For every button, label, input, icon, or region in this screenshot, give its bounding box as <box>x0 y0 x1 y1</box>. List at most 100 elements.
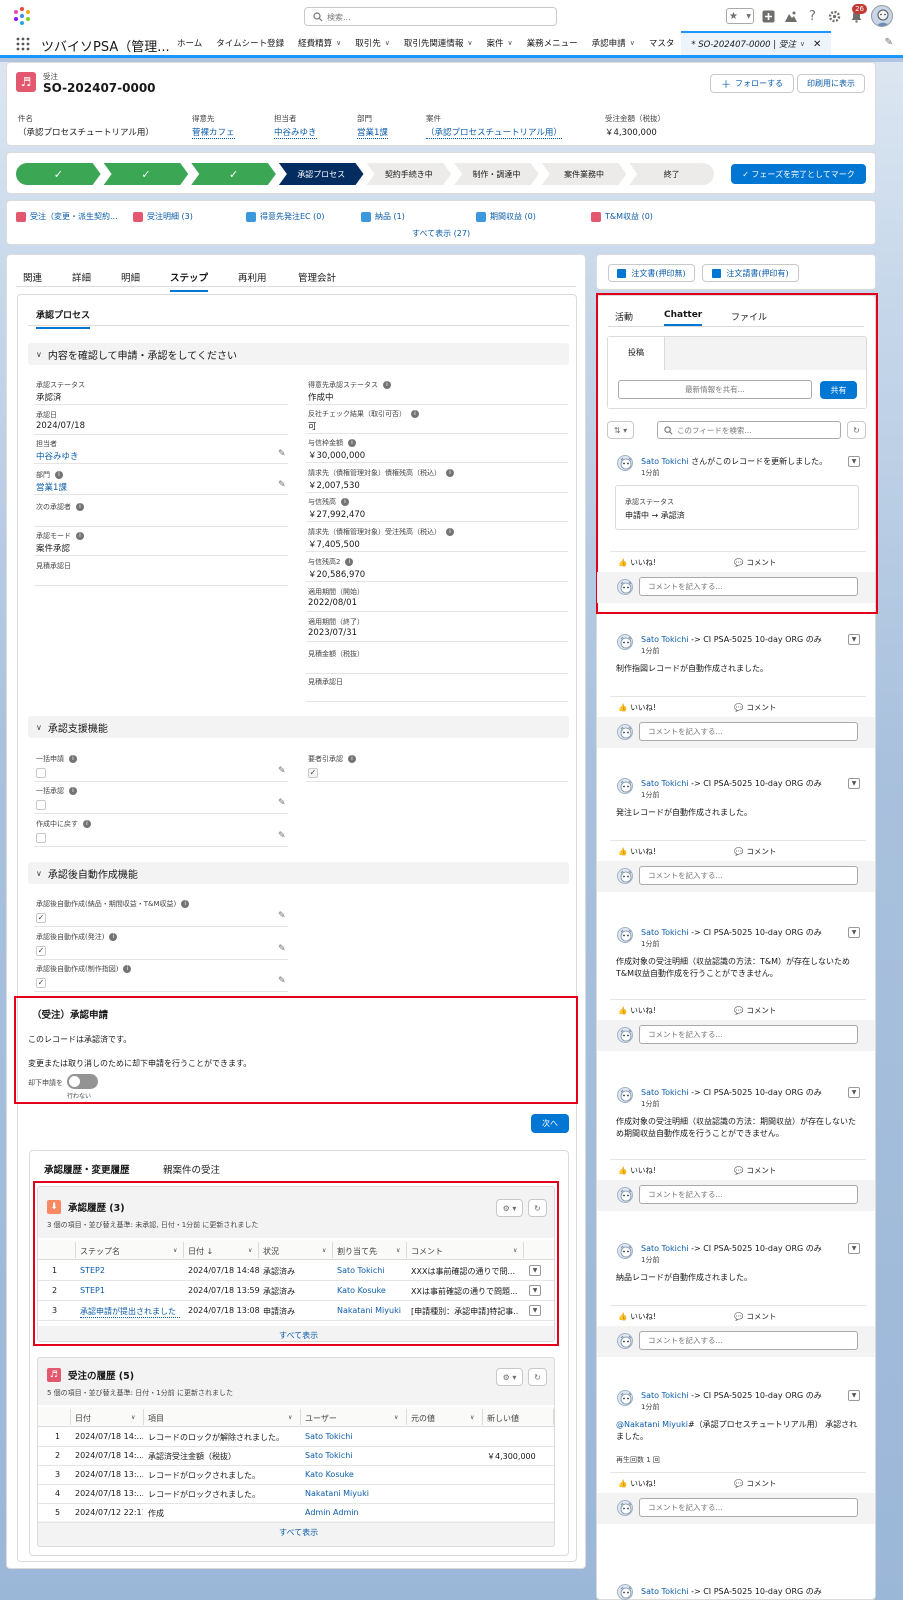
info-icon[interactable]: i <box>109 933 118 941</box>
user-avatar[interactable] <box>871 5 893 27</box>
publisher-post-tab[interactable]: 投稿 <box>608 337 665 371</box>
feed-author-avatar[interactable] <box>617 927 633 943</box>
highlight-value-4[interactable]: （承認プロセスチュートリアル用） <box>426 126 562 139</box>
pencil-icon[interactable]: ✎ <box>278 798 286 808</box>
info-icon[interactable]: i <box>411 410 419 418</box>
path-step-4[interactable]: 契約手続き中 <box>367 163 452 185</box>
approval-cell-0-1[interactable]: STEP2 <box>80 1266 180 1275</box>
order-col-1[interactable]: 項目 <box>148 1413 164 1424</box>
nav-item-3[interactable]: 取引先 ∨ <box>348 31 397 55</box>
comment-button[interactable]: 💬 コメント <box>734 1005 776 1016</box>
feed-author-avatar[interactable] <box>617 1584 633 1600</box>
feed-author-avatar[interactable] <box>617 634 633 650</box>
next-button[interactable]: 次へ <box>531 1114 569 1133</box>
comment-input-1[interactable]: コメントを記入する... <box>639 722 858 741</box>
feed-item-menu[interactable]: ▼ <box>848 778 860 789</box>
history-tab-1[interactable]: 親案件の受注 <box>163 1162 220 1176</box>
info-icon[interactable]: i <box>383 381 391 389</box>
column-menu-chevron-icon[interactable]: ∨ <box>394 1414 398 1421</box>
info-icon[interactable]: i <box>55 471 63 479</box>
chevron-down-icon[interactable]: ∨ <box>508 39 513 47</box>
approval-cell-0-4[interactable]: Sato Tokichi <box>337 1266 385 1275</box>
comment-input-4[interactable]: コメントを記入する... <box>639 1185 858 1204</box>
info-icon[interactable]: i <box>83 820 91 828</box>
feed-author-avatar[interactable] <box>617 1390 633 1406</box>
comment-input-6[interactable]: コメントを記入する... <box>639 1498 858 1517</box>
feed-refresh-button[interactable]: ↻ <box>847 421 866 439</box>
tab-5[interactable]: 管理会計 <box>298 270 336 284</box>
path-step-5[interactable]: 制作・調達中 <box>454 163 539 185</box>
approval-history-refresh-button[interactable]: ↻ <box>528 1199 547 1217</box>
help-icon[interactable]: ? <box>805 9 820 24</box>
order-history-settings-button[interactable]: ⚙ ▾ <box>496 1368 523 1386</box>
info-icon[interactable]: i <box>345 558 354 566</box>
review-field-value-2[interactable]: 中谷みゆき <box>36 450 79 462</box>
column-menu-chevron-icon[interactable]: ∨ <box>173 1247 177 1254</box>
related-link-label[interactable]: T&M収益 (0) <box>605 211 653 222</box>
column-menu-chevron-icon[interactable]: ∨ <box>396 1247 400 1254</box>
order-cell-2-3[interactable]: Kato Kosuke <box>305 1470 354 1479</box>
pencil-icon[interactable]: ✎ <box>278 449 286 459</box>
row-action-menu[interactable]: ▼ <box>529 1285 541 1296</box>
approval-col-2[interactable]: 状況 <box>263 1246 279 1257</box>
feed-author-avatar[interactable] <box>617 455 633 471</box>
path-step-3[interactable]: 承認プロセス <box>279 163 364 185</box>
related-link-4[interactable]: 期間収益 (0) <box>476 211 536 222</box>
commenter-avatar[interactable] <box>617 1187 633 1203</box>
follow-button[interactable]: ＋ フォローする <box>710 74 794 93</box>
nav-item-2[interactable]: 経費精算 ∨ <box>291 31 348 55</box>
like-button[interactable]: 👍 いいね! <box>618 557 656 568</box>
nav-item-7[interactable]: 承認申請 ∨ <box>585 31 642 55</box>
section-review-header[interactable]: ∨ 内容を確認して申請・承認をしてください <box>28 343 569 365</box>
nav-item-0[interactable]: ホーム <box>170 31 209 55</box>
related-link-label[interactable]: 得意先発注EC (0) <box>260 211 325 222</box>
share-update-input[interactable]: 最新情報を共有... <box>618 380 812 399</box>
related-link-label[interactable]: 受注明細 (3) <box>147 211 193 222</box>
comment-input-5[interactable]: コメントを記入する... <box>639 1331 858 1350</box>
info-icon[interactable]: i <box>348 755 356 763</box>
approval-col-3[interactable]: 割り当て先 <box>337 1246 377 1257</box>
column-menu-chevron-icon[interactable]: ∨ <box>513 1247 517 1254</box>
order-col-2[interactable]: ユーザー <box>305 1413 337 1424</box>
section-auto-create-header[interactable]: ∨ 承認後自動作成機能 <box>28 862 569 884</box>
like-button[interactable]: 👍 いいね! <box>618 1005 656 1016</box>
trailhead-icon[interactable] <box>783 9 798 24</box>
approval-col-4[interactable]: コメント <box>411 1246 443 1257</box>
review-field-value-3[interactable]: 営業1課 <box>36 481 67 493</box>
order-col-4[interactable]: 新しい値 <box>487 1413 519 1424</box>
related-link-2[interactable]: 得意先発注EC (0) <box>246 211 325 222</box>
close-icon[interactable]: ✕ <box>813 39 821 50</box>
nav-item-5[interactable]: 案件 ∨ <box>480 31 520 55</box>
path-step-1[interactable]: ✓ <box>104 163 189 185</box>
info-icon[interactable]: i <box>69 755 77 763</box>
order-cell-4-3[interactable]: Admin Admin <box>305 1508 359 1517</box>
app-launcher-icon[interactable] <box>16 37 30 51</box>
column-menu-chevron-icon[interactable]: ∨ <box>288 1414 292 1421</box>
order-history-show-all[interactable]: すべて表示 <box>279 1527 318 1538</box>
feed-author-link[interactable]: Sato Tokichi <box>641 928 689 937</box>
path-step-6[interactable]: 案件業務中 <box>542 163 627 185</box>
pencil-icon[interactable]: ✎ <box>278 911 286 921</box>
global-search-input[interactable]: 検索... <box>304 7 557 26</box>
related-link-5[interactable]: T&M収益 (0) <box>591 211 653 222</box>
info-icon[interactable]: i <box>348 439 356 447</box>
order-cell-0-3[interactable]: Sato Tokichi <box>305 1432 353 1441</box>
path-step-7[interactable]: 終了 <box>629 163 714 185</box>
related-link-label[interactable]: 期間収益 (0) <box>490 211 536 222</box>
order-history-refresh-button[interactable]: ↻ <box>528 1368 547 1386</box>
comment-button[interactable]: 💬 コメント <box>734 702 776 713</box>
like-button[interactable]: 👍 いいね! <box>618 1311 656 1322</box>
print-view-button[interactable]: 印刷用に表示 <box>797 74 865 93</box>
tab-1[interactable]: 詳細 <box>72 270 91 284</box>
feed-sort-button[interactable]: ⇅ ▾ <box>607 421 634 439</box>
related-show-all-link[interactable]: すべて表示 (27) <box>412 228 470 239</box>
pencil-icon[interactable]: ✎ <box>278 766 286 776</box>
feed-author-link[interactable]: Sato Tokichi <box>641 779 689 788</box>
feed-author-link[interactable]: Sato Tokichi <box>641 1391 689 1400</box>
order-col-3[interactable]: 元の値 <box>411 1413 435 1424</box>
activity-tab-0[interactable]: 活動 <box>615 310 633 323</box>
comment-button[interactable]: 💬 コメント <box>734 1478 776 1489</box>
approval-col-0[interactable]: ステップ名 <box>80 1246 120 1257</box>
nav-item-6[interactable]: 業務メニュー <box>520 31 585 55</box>
info-icon[interactable]: i <box>76 532 84 540</box>
